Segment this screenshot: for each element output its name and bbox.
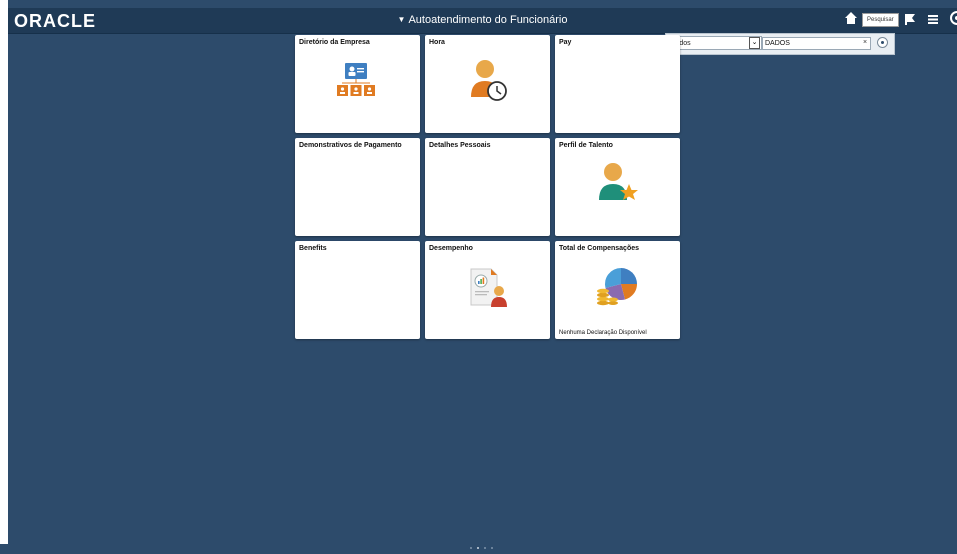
person-star-icon	[599, 163, 638, 200]
pie-coins-icon	[597, 268, 637, 306]
tile-title: Benefits	[299, 245, 327, 252]
person-clock-icon	[471, 60, 507, 101]
chevron-down-icon[interactable]: ⌄	[749, 37, 760, 49]
menu-icon[interactable]	[926, 12, 940, 26]
home-icon[interactable]	[844, 11, 858, 25]
notification-flag-icon[interactable]	[903, 12, 917, 26]
tile-title: Total de Compensações	[559, 245, 640, 252]
tile-benefits[interactable]: Benefits	[295, 241, 420, 339]
homepage-title-dropdown[interactable]: ▼ Autoatendimento do Funcionário	[8, 14, 957, 26]
tile-hora[interactable]: Hora	[425, 35, 550, 133]
tile-title: Hora	[429, 39, 445, 46]
page-dot[interactable]	[484, 547, 486, 549]
page-indicator[interactable]	[470, 536, 498, 554]
search-tooltip: Pesquisar	[862, 13, 899, 27]
tile-title: Perfil de Talento	[559, 142, 613, 149]
tile-note: Nenhuma Declaração Disponível	[559, 330, 647, 336]
tile-demonstrativos-de-pagamento[interactable]: Demonstrativos de Pagamento	[295, 138, 420, 236]
page-dot[interactable]	[491, 547, 493, 549]
performance-report-icon	[470, 268, 507, 307]
tile-perfil-de-talento[interactable]: Perfil de Talento	[555, 138, 680, 236]
left-edge-strip	[0, 0, 8, 544]
caret-down-icon: ▼	[397, 15, 406, 24]
tile-title: Demonstrativos de Pagamento	[299, 142, 402, 149]
search-go-button[interactable]	[877, 37, 888, 48]
tile-title: Desempenho	[429, 245, 473, 252]
org-chart-icon	[337, 63, 375, 96]
search-scope-select[interactable]: Todos	[667, 36, 762, 50]
clear-search-icon[interactable]: ×	[863, 39, 867, 46]
top-navigation-bar: ORACLE ▼ Autoatendimento do Funcionário	[8, 8, 957, 34]
tile-desempenho[interactable]: Desempenho	[425, 241, 550, 339]
homepage-title: Autoatendimento do Funcionário	[408, 14, 568, 26]
tile-title: Diretório da Empresa	[299, 39, 370, 46]
page-dot-active[interactable]	[477, 547, 479, 549]
tile-detalhes-pessoais[interactable]: Detalhes Pessoais	[425, 138, 550, 236]
tile-total-de-compensacoes[interactable]: Total de Compensações Nenhuma Declaração…	[555, 241, 680, 339]
tile-pay[interactable]: Pay	[555, 35, 680, 133]
tile-title: Detalhes Pessoais	[429, 142, 491, 149]
search-input[interactable]: DADOS	[762, 37, 871, 50]
page-dot[interactable]	[470, 547, 472, 549]
search-panel: Todos ⌄ DADOS ×	[665, 33, 895, 55]
navbar-compass-icon[interactable]	[949, 10, 957, 26]
tile-diretorio-da-empresa[interactable]: Diretório da Empresa	[295, 35, 420, 133]
tile-title: Pay	[559, 39, 572, 46]
